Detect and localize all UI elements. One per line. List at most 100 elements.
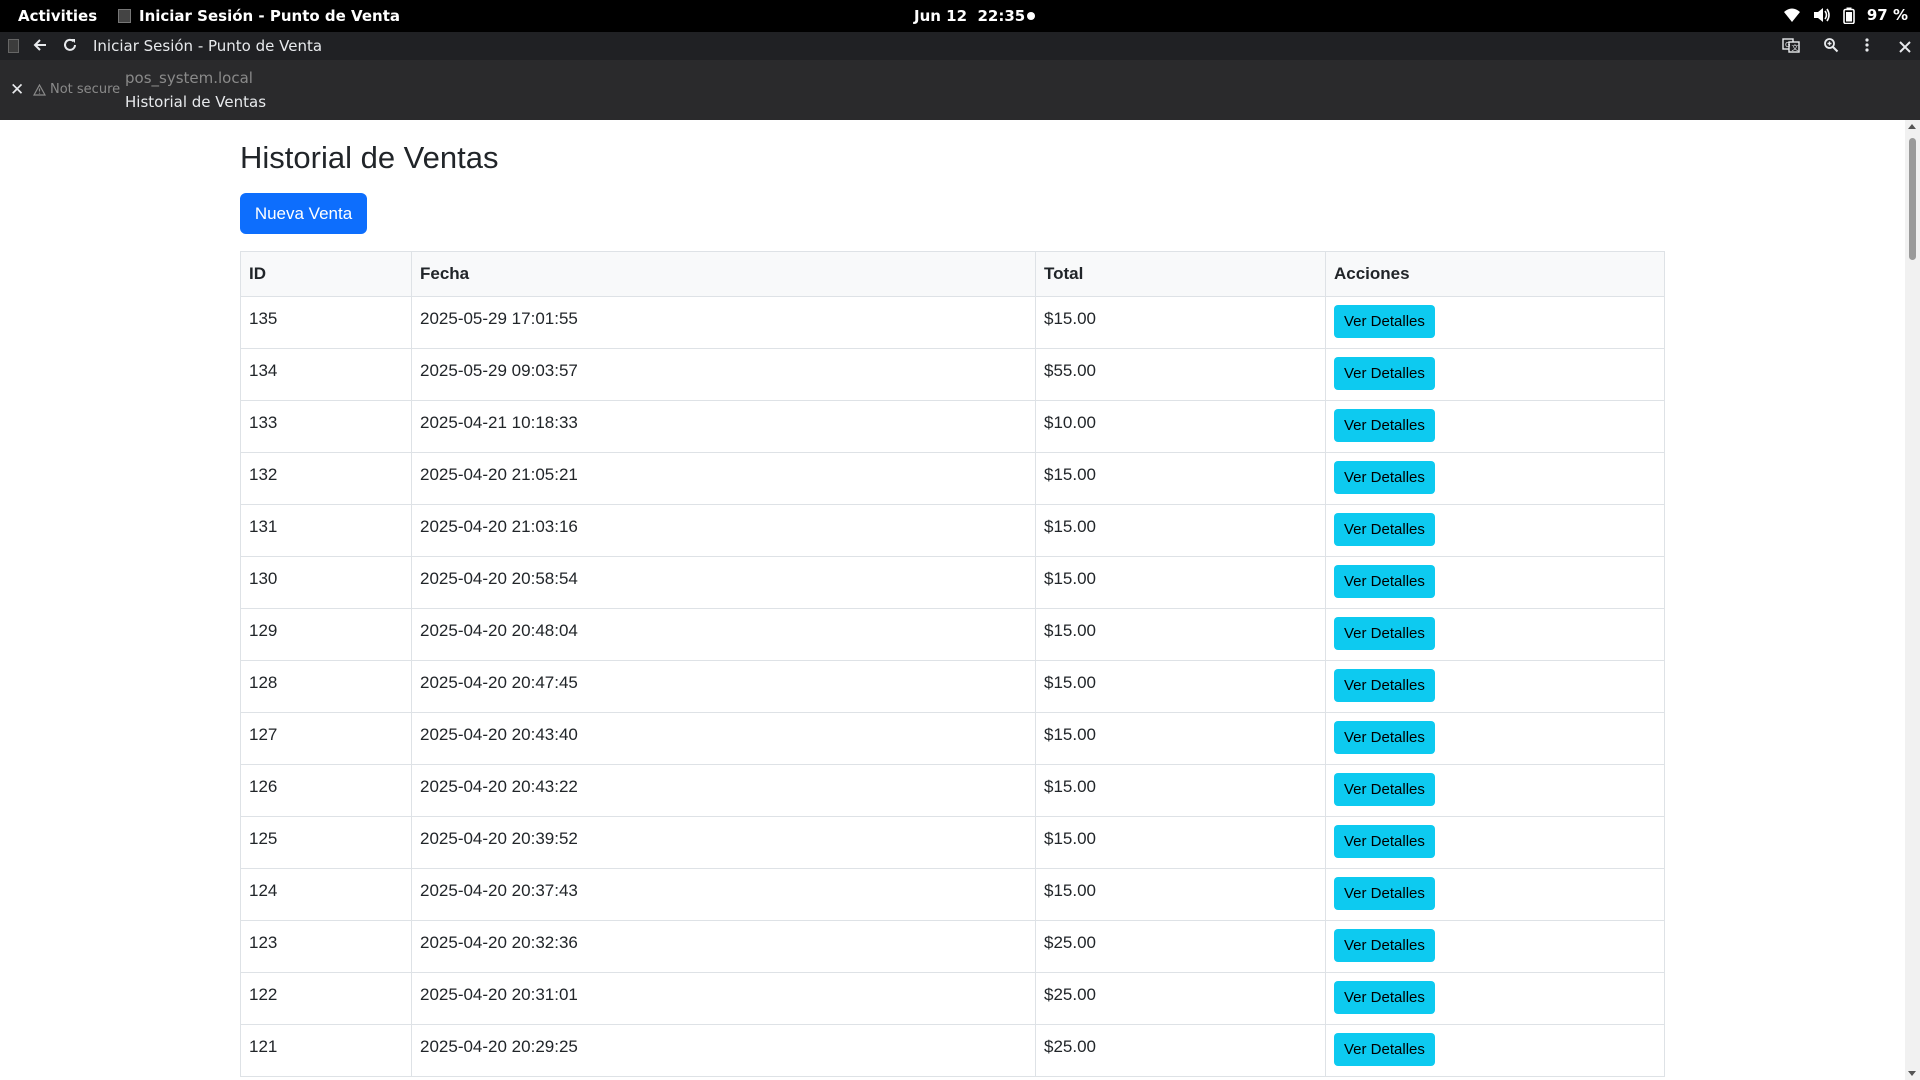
view-details-button[interactable]: Ver Detalles	[1334, 565, 1435, 598]
view-details-button[interactable]: Ver Detalles	[1334, 409, 1435, 442]
view-details-button[interactable]: Ver Detalles	[1334, 1033, 1435, 1066]
header-fecha: Fecha	[411, 251, 1036, 297]
header-acciones: Acciones	[1325, 251, 1665, 297]
scroll-up-icon[interactable]	[1908, 124, 1916, 129]
cell-fecha: 2025-04-20 21:05:21	[411, 452, 1036, 505]
view-details-button[interactable]: Ver Detalles	[1334, 773, 1435, 806]
cell-acciones: Ver Detalles	[1325, 452, 1665, 505]
view-details-button[interactable]: Ver Detalles	[1334, 357, 1435, 390]
cell-acciones: Ver Detalles	[1325, 556, 1665, 609]
cell-id: 128	[240, 660, 412, 713]
cell-total: $15.00	[1035, 556, 1326, 609]
cell-total: $55.00	[1035, 348, 1326, 401]
cell-id: 124	[240, 868, 412, 921]
new-sale-button[interactable]: Nueva Venta	[240, 193, 367, 234]
cell-fecha: 2025-04-20 20:32:36	[411, 920, 1036, 973]
cell-id: 125	[240, 816, 412, 869]
table-row: 133 2025-04-21 10:18:33 $10.00 Ver Detalles	[240, 400, 1665, 453]
cell-acciones: Ver Detalles	[1325, 816, 1665, 869]
page-title: Historial de Ventas	[240, 140, 499, 175]
system-tray[interactable]: 97 %	[1783, 6, 1908, 24]
view-details-button[interactable]: Ver Detalles	[1334, 617, 1435, 650]
page-scrollbar[interactable]	[1905, 120, 1920, 1080]
security-text: Not secure	[50, 82, 121, 97]
cell-id: 122	[240, 972, 412, 1025]
view-details-button[interactable]: Ver Detalles	[1334, 877, 1435, 910]
zoom-icon[interactable]	[1823, 37, 1839, 57]
table-row: 130 2025-04-20 20:58:54 $15.00 Ver Detalles	[240, 556, 1665, 609]
cell-acciones: Ver Detalles	[1325, 348, 1665, 401]
window-close-icon[interactable]	[1899, 38, 1911, 57]
url-host: pos_system.local	[125, 69, 253, 87]
cell-total: $10.00	[1035, 400, 1326, 453]
app-menu[interactable]: Iniciar Sesión - Punto de Venta	[118, 7, 400, 25]
cell-fecha: 2025-04-20 20:48:04	[411, 608, 1036, 661]
notification-dot-icon	[1027, 12, 1035, 20]
view-details-button[interactable]: Ver Detalles	[1334, 825, 1435, 858]
system-top-bar: Activities Iniciar Sesión - Punto de Ven…	[0, 0, 1920, 32]
table-row: 131 2025-04-20 21:03:16 $15.00 Ver Detalles	[240, 504, 1665, 557]
activities-button[interactable]: Activities	[18, 7, 97, 25]
cell-id: 134	[240, 348, 412, 401]
view-details-button[interactable]: Ver Detalles	[1334, 669, 1435, 702]
cell-fecha: 2025-04-21 10:18:33	[411, 400, 1036, 453]
table-row: 127 2025-04-20 20:43:40 $15.00 Ver Detalles	[240, 712, 1665, 765]
cell-acciones: Ver Detalles	[1325, 504, 1665, 557]
view-details-button[interactable]: Ver Detalles	[1334, 929, 1435, 962]
address-bar[interactable]: ✕ Not secure pos_system.local Historial …	[0, 60, 1920, 120]
table-row: 126 2025-04-20 20:43:22 $15.00 Ver Detalles	[240, 764, 1665, 817]
view-details-button[interactable]: Ver Detalles	[1334, 981, 1435, 1014]
cell-fecha: 2025-04-20 20:31:01	[411, 972, 1036, 1025]
header-id: ID	[240, 251, 412, 297]
table-row: 128 2025-04-20 20:47:45 $15.00 Ver Detalles	[240, 660, 1665, 713]
cell-total: $15.00	[1035, 816, 1326, 869]
scroll-down-icon[interactable]	[1908, 1071, 1916, 1076]
sales-table: ID Fecha Total Acciones 135 2025-05-29 17…	[240, 251, 1665, 1077]
cell-fecha: 2025-05-29 09:03:57	[411, 348, 1036, 401]
scrollbar-thumb[interactable]	[1909, 138, 1916, 260]
cell-fecha: 2025-04-20 21:03:16	[411, 504, 1036, 557]
view-details-button[interactable]: Ver Detalles	[1334, 461, 1435, 494]
reload-icon[interactable]	[62, 37, 78, 57]
security-indicator[interactable]: Not secure	[33, 82, 120, 97]
cell-acciones: Ver Detalles	[1325, 296, 1665, 349]
cell-total: $15.00	[1035, 868, 1326, 921]
app-icon	[118, 9, 131, 23]
table-header-row: ID Fecha Total Acciones	[240, 251, 1665, 297]
cell-id: 132	[240, 452, 412, 505]
translate-icon[interactable]: G文	[1782, 37, 1800, 57]
sales-table-body: 135 2025-05-29 17:01:55 $15.00 Ver Detalles…	[240, 296, 1665, 1077]
cell-acciones: Ver Detalles	[1325, 712, 1665, 765]
clock-time: 22:35	[977, 7, 1026, 25]
view-details-button[interactable]: Ver Detalles	[1334, 513, 1435, 546]
table-row: 134 2025-05-29 09:03:57 $55.00 Ver Detalles	[240, 348, 1665, 401]
cell-total: $15.00	[1035, 504, 1326, 557]
cell-id: 121	[240, 1024, 412, 1077]
volume-icon	[1813, 7, 1831, 23]
clock[interactable]: Jun 12 22:35	[914, 7, 1025, 25]
close-icon[interactable]: ✕	[10, 80, 24, 100]
cell-fecha: 2025-05-29 17:01:55	[411, 296, 1036, 349]
browser-title-row: Iniciar Sesión - Punto de Venta G文	[0, 32, 1920, 60]
table-row: 122 2025-04-20 20:31:01 $25.00 Ver Detalles	[240, 972, 1665, 1025]
svg-text:文: 文	[1792, 43, 1799, 52]
cell-id: 126	[240, 764, 412, 817]
site-icon	[8, 39, 19, 53]
cell-total: $15.00	[1035, 608, 1326, 661]
cell-total: $15.00	[1035, 452, 1326, 505]
view-details-button[interactable]: Ver Detalles	[1334, 305, 1435, 338]
back-arrow-icon[interactable]	[32, 37, 48, 57]
menu-kebab-icon[interactable]	[1864, 37, 1870, 57]
cell-total: $15.00	[1035, 712, 1326, 765]
view-details-button[interactable]: Ver Detalles	[1334, 721, 1435, 754]
app-name: Iniciar Sesión - Punto de Venta	[139, 7, 400, 25]
window-title: Iniciar Sesión - Punto de Venta	[93, 37, 323, 55]
cell-acciones: Ver Detalles	[1325, 660, 1665, 713]
cell-id: 130	[240, 556, 412, 609]
cell-acciones: Ver Detalles	[1325, 920, 1665, 973]
cell-id: 129	[240, 608, 412, 661]
cell-id: 131	[240, 504, 412, 557]
table-row: 123 2025-04-20 20:32:36 $25.00 Ver Detalles	[240, 920, 1665, 973]
cell-total: $15.00	[1035, 764, 1326, 817]
cell-acciones: Ver Detalles	[1325, 868, 1665, 921]
